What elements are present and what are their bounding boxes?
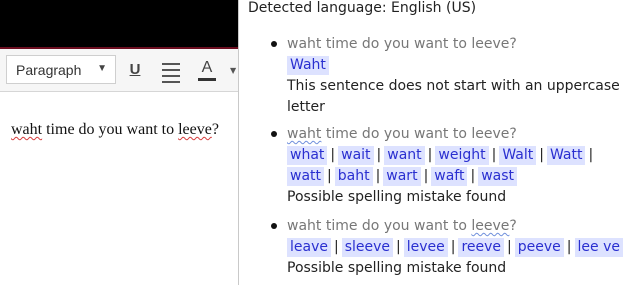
suggestion-list: what | wait | want | weight | Walt | Watt | [287, 145, 637, 166]
editor-content[interactable]: waht time do you want to leeve? [11, 121, 219, 139]
separator: | [396, 239, 401, 255]
underline-icon: U [129, 61, 141, 78]
suggestion[interactable]: what [287, 146, 328, 165]
block-format-select[interactable]: Paragraph ▼ [6, 55, 116, 84]
align-icon-line [162, 81, 180, 83]
separator: | [423, 168, 429, 184]
suggestion[interactable]: watt [287, 167, 325, 186]
chevron-down-icon[interactable]: ▼ [230, 66, 236, 75]
issue-message: Possible spelling mistake found [287, 260, 507, 276]
suggestion-list: Waht [287, 55, 637, 76]
suggestion[interactable]: wart [383, 167, 421, 186]
misspelled-word[interactable]: waht [11, 121, 42, 138]
suggestion[interactable]: wait [338, 146, 374, 165]
issue-context: waht time do you want to leeve? [287, 215, 637, 237]
issue-message: Possible spelling mistake found [287, 189, 507, 205]
bullet [271, 223, 277, 229]
misspelled-word[interactable]: leeve [178, 121, 212, 138]
align-button[interactable] [160, 59, 182, 83]
suggestion[interactable]: weight [435, 146, 489, 165]
block-format-value: Paragraph [16, 62, 82, 78]
issue-context: waht time do you want to leeve? [287, 36, 517, 52]
suggestion[interactable]: Watt [546, 146, 586, 165]
separator: | [491, 147, 497, 163]
content-text: ? [211, 121, 219, 138]
separator: | [588, 147, 594, 163]
text-color-swatch [198, 78, 216, 81]
separator: | [330, 147, 336, 163]
suggestion-list: watt | baht | wart | waft | wast [287, 166, 637, 187]
suggestion[interactable]: lee ve [574, 238, 623, 257]
text-color-icon: A [201, 59, 213, 76]
separator: | [327, 168, 332, 184]
bullet [271, 131, 277, 137]
issue-item: waht time do you want to leeve? Waht Thi… [271, 33, 637, 118]
suggestion[interactable]: Walt [499, 146, 537, 165]
align-icon-line [162, 63, 180, 65]
suggestion[interactable]: baht [334, 167, 373, 186]
separator: | [333, 239, 339, 255]
separator: | [566, 239, 572, 255]
editor-pane: Paragraph ▼ U A ▼ waht time do you want … [0, 0, 238, 285]
separator: | [507, 239, 512, 255]
separator: | [450, 239, 456, 255]
content-text: time do you want to [42, 121, 179, 138]
issue-item: waht time do you want to leeve? leave | sl… [271, 215, 637, 279]
suggestion[interactable]: want [384, 146, 425, 165]
separator: | [470, 168, 476, 184]
issue-context: waht time do you want to leeve? [287, 123, 637, 145]
title-bar [0, 0, 238, 47]
suggestion[interactable]: Waht [287, 56, 329, 75]
context-marked-word: waht [287, 126, 322, 142]
context-marked-word: leeve [471, 218, 510, 234]
chevron-down-icon: ▼ [97, 63, 107, 74]
suggestion[interactable]: waft [431, 167, 468, 186]
context-text: time do you want to leeve? [321, 126, 517, 142]
suggestion[interactable]: wast [478, 167, 518, 186]
separator: | [539, 147, 544, 163]
separator: | [375, 168, 381, 184]
align-icon-line [162, 69, 180, 71]
detected-language: Detected language: English (US) [248, 0, 477, 16]
suggestion[interactable]: peeve [514, 238, 564, 257]
underline-button[interactable]: U [124, 59, 146, 81]
suggestion[interactable]: sleeve [341, 238, 394, 257]
suggestion[interactable]: leave [287, 238, 331, 257]
align-icon-line [162, 75, 180, 77]
bullet [271, 41, 277, 47]
formatting-toolbar: Paragraph ▼ U A ▼ [0, 49, 238, 92]
separator: | [427, 147, 433, 163]
separator: | [376, 147, 382, 163]
context-text: ? [509, 218, 517, 234]
suggestion[interactable]: levee [403, 238, 448, 257]
suggestion[interactable]: reeve [458, 238, 505, 257]
suggestion-list: leave | sleeve | levee | reeve | peeve | lee ve [287, 237, 637, 258]
context-text: waht time do you want to [287, 218, 472, 234]
issue-message: This sentence does not start with an upp… [287, 78, 620, 115]
text-color-button[interactable]: A [196, 59, 218, 81]
grammar-check-popup: Detected language: English (US) waht tim… [238, 0, 640, 285]
issue-item: waht time do you want to leeve? what | wai… [271, 123, 637, 208]
